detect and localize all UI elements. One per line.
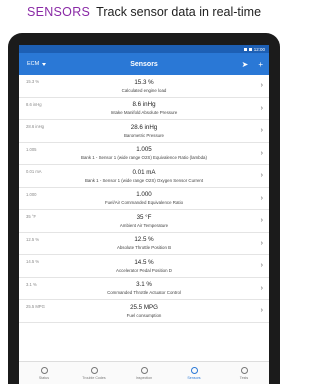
tab-tests[interactable]: Tests [219,362,269,384]
chevron-right-icon: › [260,194,263,202]
tab-trouble-codes[interactable]: Trouble Codes [69,362,119,384]
battery-icon [248,47,252,51]
add-icon[interactable]: + [258,60,263,69]
status-icon [40,366,48,374]
send-icon[interactable]: ➤ [242,60,249,69]
chevron-right-icon: › [260,307,263,314]
chevron-right-icon: › [260,104,263,112]
chevron-right-icon: › [260,82,263,89]
chevron-right-icon: › [260,172,263,179]
signal-icon [243,47,247,51]
sensor-description: Bank 1 - Sensor 1 (wide range O2S) Oxyge… [84,177,204,183]
chevron-right-icon: › [260,262,263,269]
sensor-value: 8.6 inHg [132,101,156,108]
sensor-description: Bank 1 - Sensor 1 (wide range O2S) Equiv… [81,155,207,160]
sensor-row[interactable]: 3.1 % 3.1 % Commanded Throttle Actuator … [19,278,269,300]
tab-inspection[interactable]: Inspection [119,362,169,384]
sensor-description: Intake Manifold Absolute Pressure [110,110,178,115]
tests-icon [240,366,248,374]
sensor-value: 15.3 % [134,78,154,86]
status-time: 12:00 [253,46,265,52]
page-title: Sensors [130,60,158,68]
sensor-value: 0.01 mA [132,168,156,176]
sensor-description: Absolute Throttle Position B [116,245,172,250]
sensor-value: 28.6 inHg [130,123,158,131]
tab-sensors[interactable]: Sensors [169,362,219,384]
app-screen: 12:00 ECM Sensors ➤ + 15.3 % 15.3 % Calc… [19,45,269,384]
app-bar: ECM Sensors ➤ + [19,53,269,75]
sensor-row[interactable]: 1.005 1.005 Bank 1 - Sensor 1 (wide rang… [19,143,269,165]
sensor-value: 12.5 % [134,236,154,243]
sensor-row[interactable]: 14.5 % 14.5 % Accelerator Pedal Position… [19,255,269,278]
inspection-icon [140,366,148,374]
ecu-selector[interactable]: ECM [19,61,47,67]
bottom-tab-bar: Status Trouble Codes Inspection Sensors … [19,361,269,384]
sensor-value: 25.5 MPG [130,303,158,311]
sensor-list: 15.3 % 15.3 % Calculated engine load › 8… [19,75,269,323]
tab-label: Tests [239,375,249,380]
chevron-right-icon: › [260,239,263,247]
sensor-row[interactable]: 15.3 % 15.3 % Calculated engine load › [19,75,269,98]
tab-label: Status [38,375,50,380]
tab-label: Inspection [135,375,153,380]
sensor-row[interactable]: 1.000 1.000 Fuel/Air Commanded Equivalen… [19,188,269,210]
dropdown-icon [42,62,47,66]
sensor-description: Fuel consumption [126,312,162,318]
sensor-description: Accelerator Pedal Position D [116,267,172,273]
sensor-description: Commanded Throttle Actuator Control [107,290,181,295]
chevron-right-icon: › [260,217,263,224]
banner-text: Track sensor data in real-time [96,5,262,19]
sensor-value: 1.005 [136,146,152,153]
ecu-selector-label: ECM [27,61,40,67]
tab-status[interactable]: Status [19,362,69,384]
sensor-row[interactable]: 25.5 MPG 25.5 MPG Fuel consumption › [19,300,269,323]
chevron-right-icon: › [260,284,263,292]
tab-label: Trouble Codes [82,375,106,380]
sensor-row[interactable]: 35 °F 35 °F Ambient Air Temperature › [19,210,269,233]
chevron-right-icon: › [260,149,263,157]
sensor-row[interactable]: 28.6 inHg 28.6 inHg Barometric Pressure … [19,120,269,143]
trouble-codes-icon [90,366,98,374]
sensor-description: Barometric Pressure [123,132,164,138]
sensor-description: Ambient Air Temperature [119,222,169,228]
banner-accent: SENSORS [26,5,91,19]
sensor-value: 1.000 [136,191,152,198]
chevron-right-icon: › [260,127,263,134]
promo-banner: SENSORS Track sensor data in real-time [0,0,288,24]
sensor-value: 35 °F [136,213,152,221]
sensor-row[interactable]: 0.01 mA 0.01 mA Bank 1 - Sensor 1 (wide … [19,165,269,188]
sensor-value: 3.1 % [136,281,152,288]
sensor-row[interactable]: 12.5 % 12.5 % Absolute Throttle Position… [19,233,269,255]
sensor-description: Fuel/Air Commanded Equivalence Ratio [104,200,184,205]
tab-label: Sensors [187,375,201,380]
sensors-icon [190,366,198,374]
sensor-row[interactable]: 8.6 inHg 8.6 inHg Intake Manifold Absolu… [19,98,269,120]
status-bar: 12:00 [19,45,269,53]
sensor-description: Calculated engine load [121,87,167,93]
sensor-value: 14.5 % [134,258,154,266]
